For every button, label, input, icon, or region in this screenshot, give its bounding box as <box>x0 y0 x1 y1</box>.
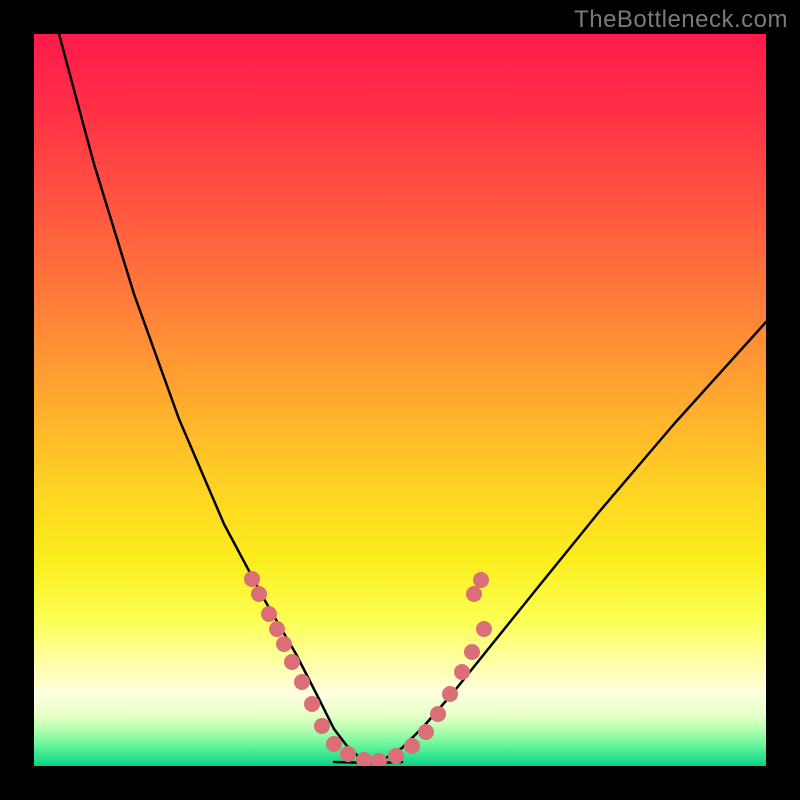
curve-left-curve <box>59 34 372 762</box>
data-dot <box>466 586 482 602</box>
data-dot <box>340 746 356 762</box>
data-dot <box>454 664 470 680</box>
data-dot <box>294 674 310 690</box>
data-dot <box>261 606 277 622</box>
data-dot <box>404 738 420 754</box>
data-dot <box>476 621 492 637</box>
data-dot <box>388 748 404 764</box>
data-dot <box>276 636 292 652</box>
data-dot <box>269 621 285 637</box>
data-dot <box>418 724 434 740</box>
data-dot <box>356 752 372 766</box>
chart-frame: TheBottleneck.com <box>0 0 800 800</box>
curve-right-curve <box>372 322 766 762</box>
curve-group <box>59 34 766 763</box>
data-dot <box>371 753 387 766</box>
data-dot <box>304 696 320 712</box>
data-dot <box>314 718 330 734</box>
watermark-text: TheBottleneck.com <box>574 6 788 34</box>
chart-svg <box>34 34 766 766</box>
data-dot <box>244 571 260 587</box>
data-dot <box>251 586 267 602</box>
plot-area <box>34 34 766 766</box>
data-dot <box>430 706 446 722</box>
data-dot <box>284 654 300 670</box>
data-dot <box>473 572 489 588</box>
data-dot <box>442 686 458 702</box>
data-dot <box>464 644 480 660</box>
data-dot <box>326 736 342 752</box>
dot-group <box>244 571 492 766</box>
